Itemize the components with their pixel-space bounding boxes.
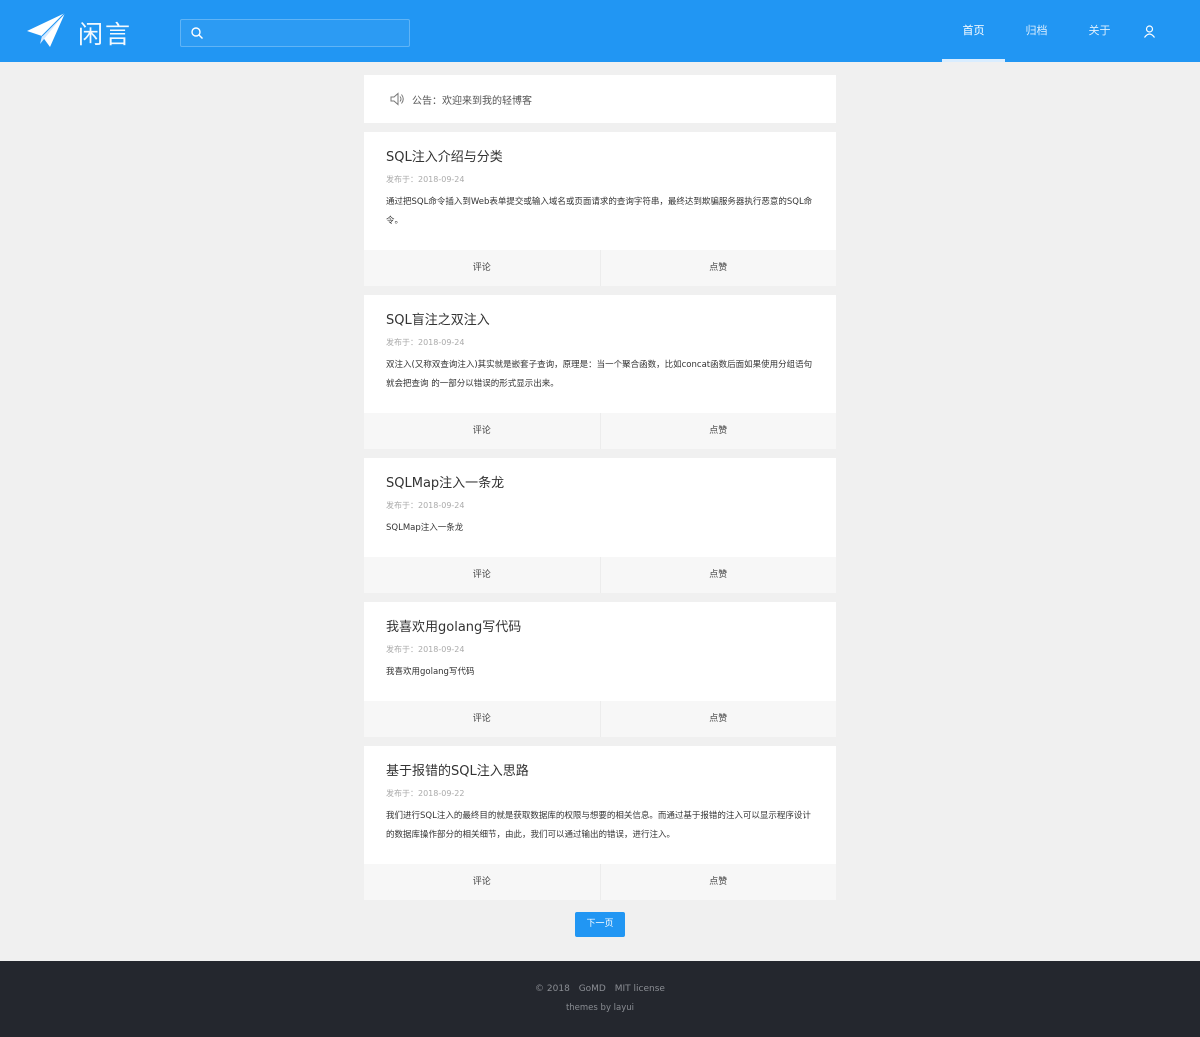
license-link[interactable]: MIT license xyxy=(615,984,665,994)
like-button[interactable]: 点赞 xyxy=(599,250,837,286)
post-summary: 双注入(又称双查询注入)其实就是嵌套子查询，原理是：当一个聚合函数，比如conc… xyxy=(386,360,813,389)
post-date: 发布于：2018-09-24 xyxy=(386,645,465,654)
post-title[interactable]: 基于报错的SQL注入思路 xyxy=(386,760,529,779)
like-button[interactable]: 点赞 xyxy=(599,864,837,900)
like-button[interactable]: 点赞 xyxy=(599,413,837,449)
post-card: 我喜欢用golang写代码 发布于：2018-09-24 我喜欢用golang写… xyxy=(364,602,836,737)
post-actions: 评论 点赞 xyxy=(364,413,836,449)
post-date: 发布于：2018-09-24 xyxy=(386,501,465,510)
like-button[interactable]: 点赞 xyxy=(599,557,837,593)
site-name[interactable]: 闲言 xyxy=(78,15,132,51)
comment-button[interactable]: 评论 xyxy=(364,413,600,449)
post-title[interactable]: SQL盲注之双注入 xyxy=(386,309,490,328)
search-icon[interactable] xyxy=(190,26,204,40)
next-page-button[interactable]: 下一页 xyxy=(575,912,625,937)
post-card: SQL盲注之双注入 发布于：2018-09-24 双注入(又称双查询注入)其实就… xyxy=(364,295,836,449)
copyright-text: © 2018 xyxy=(535,984,570,994)
post-date: 发布于：2018-09-24 xyxy=(386,175,465,184)
site-link[interactable]: GoMD xyxy=(579,984,606,994)
post-card: SQL注入介绍与分类 发布于：2018-09-24 通过把SQL命令插入到Web… xyxy=(364,132,836,286)
comment-button[interactable]: 评论 xyxy=(364,557,600,593)
post-actions: 评论 点赞 xyxy=(364,557,836,593)
announcement-text: 公告：欢迎来到我的轻博客 xyxy=(412,96,532,107)
post-actions: 评论 点赞 xyxy=(364,701,836,737)
post-actions: 评论 点赞 xyxy=(364,864,836,900)
search-input[interactable] xyxy=(209,22,405,44)
post-title[interactable]: SQL注入介绍与分类 xyxy=(386,146,503,165)
post-date: 发布于：2018-09-22 xyxy=(386,789,465,798)
post-summary: 通过把SQL命令插入到Web表单提交或输入域名或页面请求的查询字符串，最终达到欺… xyxy=(386,197,813,226)
post-actions: 评论 点赞 xyxy=(364,250,836,286)
nav-archive[interactable]: 归档 xyxy=(1005,0,1068,62)
post-title[interactable]: SQLMap注入一条龙 xyxy=(386,472,504,491)
post-summary: 我们进行SQL注入的最终目的就是获取数据库的权限与想要的相关信息。而通过基于报错… xyxy=(386,811,811,840)
footer-links: © 2018 GoMD MIT license xyxy=(0,984,1200,994)
comment-button[interactable]: 评论 xyxy=(364,701,600,737)
announcement-bar: 公告：欢迎来到我的轻博客 xyxy=(364,75,836,123)
theme-credit: themes by layui xyxy=(565,1003,635,1013)
search-box[interactable] xyxy=(180,19,410,47)
speaker-icon xyxy=(390,92,404,106)
nav-about[interactable]: 关于 xyxy=(1068,0,1131,62)
like-button[interactable]: 点赞 xyxy=(599,701,837,737)
nav-home[interactable]: 首页 xyxy=(942,0,1005,62)
top-header: 闲言 首页 归档 关于 xyxy=(0,0,1200,62)
paper-plane-logo-icon[interactable] xyxy=(26,12,66,48)
post-date: 发布于：2018-09-24 xyxy=(386,338,465,347)
post-card: SQLMap注入一条龙 发布于：2018-09-24 SQLMap注入一条龙 评… xyxy=(364,458,836,593)
comment-button[interactable]: 评论 xyxy=(364,250,600,286)
post-summary: 我喜欢用golang写代码 xyxy=(386,667,475,677)
user-icon[interactable] xyxy=(1143,25,1156,38)
post-card: 基于报错的SQL注入思路 发布于：2018-09-22 我们进行SQL注入的最终… xyxy=(364,746,836,900)
page-footer: © 2018 GoMD MIT license themes by layui xyxy=(0,961,1200,1037)
post-title[interactable]: 我喜欢用golang写代码 xyxy=(386,616,521,635)
post-summary: SQLMap注入一条龙 xyxy=(386,523,464,533)
comment-button[interactable]: 评论 xyxy=(364,864,600,900)
